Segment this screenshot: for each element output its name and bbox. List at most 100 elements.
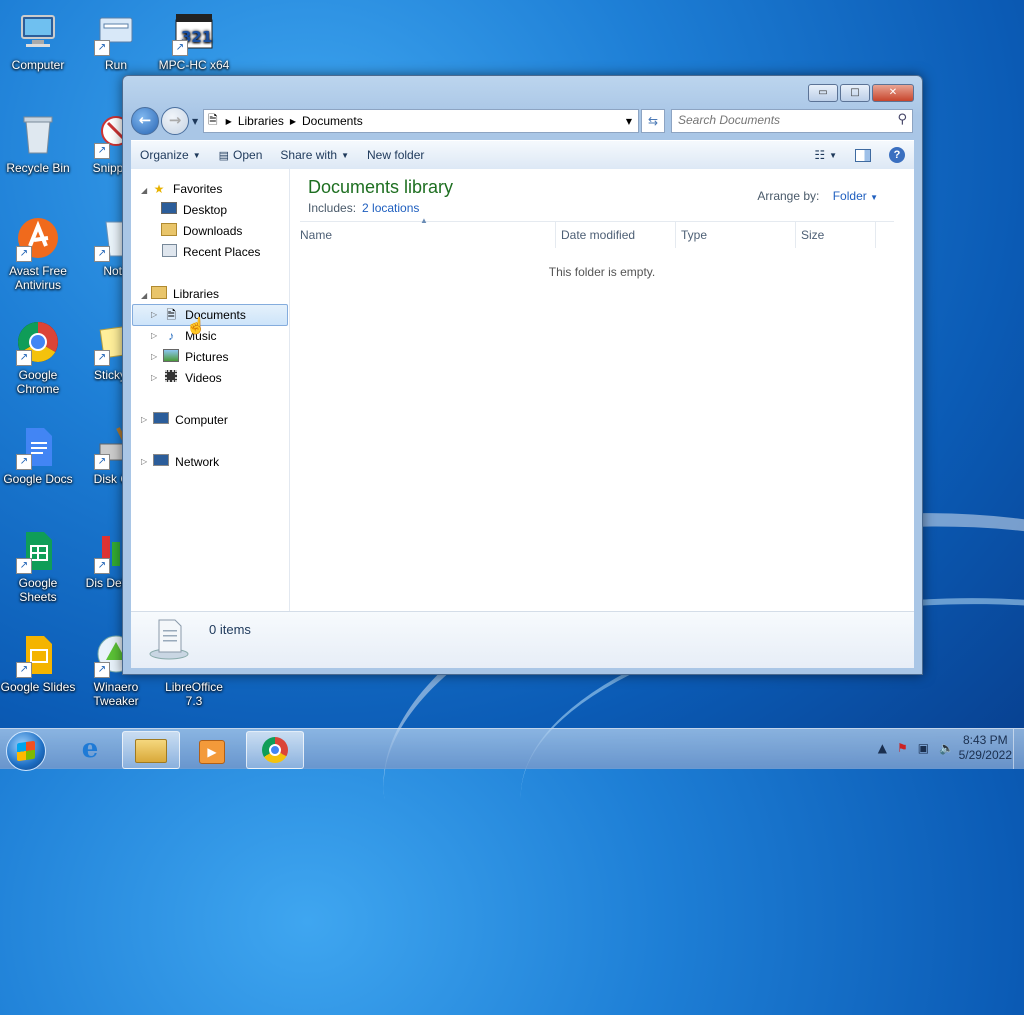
search-input[interactable]	[672, 110, 884, 130]
nav-recent-places[interactable]: Recent Places	[161, 242, 260, 262]
breadcrumb-documents[interactable]: Documents	[296, 114, 369, 128]
taskbar-media-player[interactable]: ▶	[184, 731, 240, 767]
nav-videos[interactable]: ▷ Videos	[151, 368, 222, 388]
nav-computer-label: Computer	[175, 413, 228, 427]
clock[interactable]: 8:43 PM 5/29/2022	[959, 733, 1012, 763]
open-button[interactable]: ▤ Open	[210, 148, 272, 162]
chevron-down-icon: ▼	[341, 150, 350, 160]
chrome-icon	[262, 737, 288, 763]
share-with-button[interactable]: Share with ▼	[271, 148, 358, 162]
back-arrow-icon: ←	[138, 111, 152, 129]
search-icon[interactable]: ⚲	[897, 112, 907, 127]
preview-pane-button[interactable]	[846, 148, 880, 162]
desktop-icon-avast[interactable]: ↗ Avast Free Antivirus	[0, 216, 76, 292]
network-status-icon[interactable]: ▣	[918, 741, 929, 755]
internet-explorer-icon: e	[81, 734, 99, 764]
nav-favorites[interactable]: ★ Favorites	[151, 179, 223, 199]
organize-label: Organize	[140, 148, 189, 162]
shortcut-arrow-icon: ↗	[94, 662, 110, 678]
desktop-icon-label: Google Docs	[3, 472, 73, 486]
address-bar[interactable]: 🗎 ▶ Libraries ▶ Documents ▼	[203, 109, 639, 133]
nav-pictures[interactable]: ▷ Pictures	[151, 347, 229, 367]
shortcut-arrow-icon: ↗	[94, 40, 110, 56]
column-type[interactable]: Type	[681, 228, 707, 242]
column-size[interactable]: Size	[801, 228, 824, 242]
minimize-button[interactable]: ▭	[808, 84, 838, 102]
libraries-icon	[151, 286, 167, 302]
shortcut-arrow-icon: ↗	[94, 350, 110, 366]
refresh-button[interactable]: ⇆	[641, 109, 665, 133]
nav-downloads[interactable]: Downloads	[161, 221, 242, 241]
desktop-icon-run[interactable]: ↗ Run	[78, 10, 154, 72]
computer-icon	[16, 10, 60, 54]
search-box: ⚲	[671, 109, 913, 133]
expand-triangle-icon[interactable]: ▷	[151, 368, 157, 388]
desktop-icon-label: LibreOffice 7.3	[165, 680, 223, 708]
maximize-button[interactable]: □	[840, 84, 870, 102]
help-button[interactable]: ?	[880, 147, 914, 163]
taskbar-windows-explorer[interactable]	[122, 731, 180, 769]
start-button[interactable]	[6, 731, 46, 771]
column-name[interactable]: Name	[300, 228, 332, 242]
back-button[interactable]: ←	[131, 107, 159, 135]
run-icon: ↗	[94, 10, 138, 56]
column-divider[interactable]	[555, 222, 556, 248]
new-folder-button[interactable]: New folder	[358, 148, 433, 162]
nav-documents[interactable]: ▷ 🗎 Documents	[132, 304, 288, 326]
sort-ascending-icon: ▲	[420, 216, 428, 225]
desktop-icon-chrome[interactable]: ↗ Google Chrome	[0, 320, 76, 396]
recent-pages-chevron-icon[interactable]: ▼	[192, 117, 198, 126]
desktop-icon-computer[interactable]: Computer	[0, 10, 76, 72]
nav-desktop[interactable]: Desktop	[161, 200, 227, 220]
nav-music[interactable]: ▷ ♪ Music	[151, 326, 217, 346]
column-divider[interactable]	[675, 222, 676, 248]
network-icon	[153, 454, 170, 470]
nav-network[interactable]: ▷ Network	[141, 452, 219, 472]
locations-link[interactable]: 2 locations	[362, 201, 419, 215]
taskbar: e ▶ ▲ ⚑ ▣ 🔈 8:43 PM 5/29/2022	[0, 728, 1024, 771]
expand-triangle-icon[interactable]: ▷	[141, 410, 147, 430]
column-divider[interactable]	[875, 222, 876, 248]
desktop-icon-label: Recycle Bin	[6, 161, 70, 175]
column-date-modified[interactable]: Date modified	[561, 228, 635, 242]
avast-icon: ↗	[16, 216, 60, 262]
organize-button[interactable]: Organize ▼	[131, 148, 210, 162]
arrange-by-dropdown[interactable]: Folder ▼	[833, 189, 878, 203]
volume-icon[interactable]: 🔈	[939, 741, 954, 755]
taskbar-chrome[interactable]	[246, 731, 304, 769]
chrome-icon: ↗	[16, 320, 60, 366]
expand-triangle-icon[interactable]: ▷	[151, 347, 157, 367]
collapse-triangle-icon[interactable]: ◢	[141, 291, 147, 300]
desktop-icon-google-sheets[interactable]: ↗ Google Sheets	[0, 528, 76, 604]
desktop-icon-google-slides[interactable]: ↗ Google Slides	[0, 632, 76, 694]
column-divider[interactable]	[795, 222, 796, 248]
nav-libraries[interactable]: Libraries	[151, 284, 219, 304]
shortcut-arrow-icon: ↗	[172, 40, 188, 56]
documents-library-icon	[149, 616, 189, 660]
show-hidden-icons-icon[interactable]: ▲	[878, 741, 887, 755]
expand-triangle-icon[interactable]: ▷	[151, 305, 157, 325]
nav-computer[interactable]: ▷ Computer	[141, 410, 228, 430]
collapse-triangle-icon[interactable]: ◢	[141, 186, 147, 195]
folder-icon	[135, 739, 167, 763]
shortcut-arrow-icon: ↗	[16, 246, 32, 262]
arrange-by-label: Arrange by:	[757, 189, 820, 203]
address-dropdown-icon[interactable]: ▼	[626, 117, 632, 126]
expand-triangle-icon[interactable]: ▷	[151, 326, 157, 346]
close-button[interactable]: ✕	[872, 84, 914, 102]
action-center-flag-icon[interactable]: ⚑	[897, 741, 908, 755]
shortcut-arrow-icon: ↗	[94, 143, 110, 159]
documents-icon: 🗎	[166, 308, 176, 322]
expand-triangle-icon[interactable]: ▷	[141, 452, 147, 472]
desktop-icon-recycle-bin[interactable]: Recycle Bin	[0, 113, 76, 175]
show-desktop-button[interactable]	[1013, 729, 1024, 769]
breadcrumb-libraries[interactable]: Libraries	[232, 114, 290, 128]
desktop-icon-google-docs[interactable]: ↗ Google Docs	[0, 424, 76, 486]
shortcut-arrow-icon: ↗	[16, 454, 32, 470]
taskbar-internet-explorer[interactable]: e	[62, 731, 118, 767]
nav-downloads-label: Downloads	[183, 224, 243, 238]
recycle-bin-icon	[16, 113, 60, 157]
forward-button[interactable]: →	[161, 107, 189, 135]
change-view-button[interactable]: ☷ ▼	[805, 148, 846, 162]
desktop-icon-mpc-hc[interactable]: 321 ↗ MPC-HC x64	[156, 10, 232, 72]
